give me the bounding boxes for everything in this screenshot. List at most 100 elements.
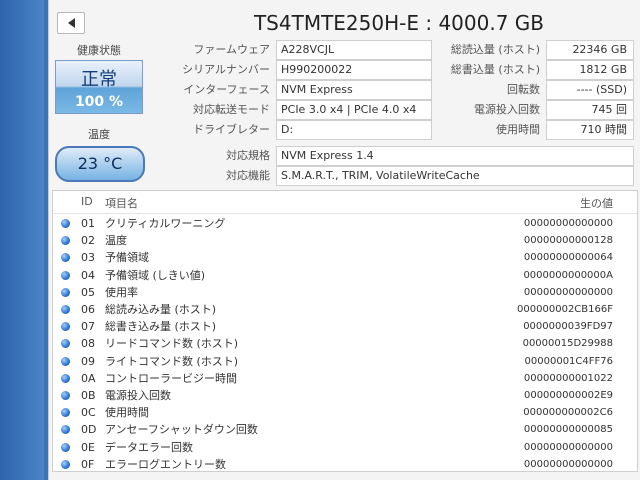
info-value: ---- (SSD): [546, 80, 634, 100]
smart-row-raw: 00000000000000: [523, 286, 613, 298]
smart-row-id: 05: [81, 285, 95, 299]
smart-row-raw: 000000002CB166F: [517, 304, 613, 315]
smart-row-name: 予備領域: [105, 251, 149, 265]
smart-row[interactable]: 0E データエラー回数 00000000000000: [53, 439, 637, 456]
info-value: 745 回: [546, 100, 634, 120]
smart-header-id: ID: [81, 195, 93, 208]
smart-row-name: 予備領域 (しきい値): [105, 268, 206, 282]
smart-row[interactable]: 0F エラーログエントリー数 00000000000000: [53, 456, 637, 473]
status-dot-icon: [61, 287, 70, 297]
smart-row-name: 電源投入回数: [105, 389, 171, 402]
smart-row-id: 09: [81, 354, 95, 368]
smart-row-raw: 00000001C4FF76: [524, 355, 613, 367]
status-dot-icon: [61, 459, 70, 469]
smart-row[interactable]: 07 総書き込み量 (ホスト) 0000000039FD97: [53, 318, 637, 335]
status-dot-icon: [61, 442, 70, 452]
smart-row-name: 使用時間: [105, 406, 149, 420]
status-dot-icon: [61, 356, 70, 366]
health-label: 健康状態: [77, 44, 121, 57]
smart-row[interactable]: 0D アンセーフシャットダウン回数 00000000000085: [53, 421, 637, 438]
previous-disk-button[interactable]: [57, 12, 85, 34]
smart-row-id: 08: [81, 337, 95, 351]
smart-row-raw: 00000000000000: [523, 441, 613, 453]
smart-row-name: 使用率: [105, 285, 138, 299]
status-dot-icon: [61, 236, 70, 246]
smart-row[interactable]: 08 リードコマンド数 (ホスト) 00000015D29988: [53, 335, 637, 352]
info-value: H990200022: [276, 60, 432, 80]
status-dot-icon: [61, 253, 70, 263]
standard-value: NVM Express 1.4: [276, 146, 634, 166]
info-label: 総読込量 (ホスト): [450, 43, 540, 56]
smart-row-raw: 00000000000085: [523, 424, 613, 436]
status-dot-icon: [61, 219, 70, 228]
smart-row-raw: 00000000000064: [523, 252, 613, 264]
smart-row[interactable]: 02 温度 00000000000128: [53, 232, 637, 249]
info-label: ドライブレター: [193, 123, 270, 136]
status-dot-icon: [61, 425, 70, 435]
smart-row[interactable]: 0C 使用時間 000000000002C6: [53, 404, 637, 421]
status-dot-icon: [61, 391, 70, 400]
info-value: NVM Express: [276, 80, 432, 100]
info-label: 回転数: [507, 83, 540, 96]
smart-row[interactable]: 0A コントローラービジー時間 00000000001022: [53, 370, 637, 387]
smart-table: ID 項目名 生の値 01 クリティカルワーニング 00000000000000 02…: [52, 190, 638, 472]
smart-row[interactable]: 04 予備領域 (しきい値) 0000000000000A: [53, 267, 637, 284]
info-label: 電源投入回数: [474, 103, 540, 116]
status-dot-icon: [61, 305, 70, 314]
smart-row-id: 03: [81, 251, 95, 265]
smart-row-id: 0F: [81, 457, 95, 471]
smart-row-raw: 00000000000128: [523, 235, 613, 247]
smart-row-id: 06: [81, 303, 95, 316]
smart-row-name: リードコマンド数 (ホスト): [105, 337, 239, 351]
smart-row-id: 0B: [81, 389, 96, 402]
smart-table-header: ID 項目名 生の値: [53, 191, 637, 214]
info-label: ファームウェア: [193, 43, 270, 56]
status-dot-icon: [61, 270, 70, 280]
smart-row[interactable]: 09 ライトコマンド数 (ホスト) 00000001C4FF76: [53, 353, 637, 370]
temperature-value: 23 °C: [77, 154, 123, 173]
info-value: 1812 GB: [546, 60, 634, 80]
smart-row[interactable]: 01 クリティカルワーニング 00000000000000: [53, 215, 637, 232]
desktop-background: [0, 0, 44, 480]
status-dot-icon: [61, 322, 70, 332]
smart-row-raw: 00000015D29988: [522, 338, 613, 350]
info-value: PCIe 3.0 x4 | PCIe 4.0 x4: [276, 100, 432, 120]
features-value: S.M.A.R.T., TRIM, VolatileWriteCache: [276, 166, 634, 186]
status-dot-icon: [61, 408, 70, 418]
info-label: 使用時間: [496, 123, 540, 136]
info-label: 総書込量 (ホスト): [450, 63, 540, 76]
smart-row-id: 0E: [81, 440, 95, 454]
smart-row-raw: 00000000001022: [523, 372, 613, 384]
smart-row-name: 総読み込み量 (ホスト): [105, 303, 217, 316]
info-value: D:: [276, 120, 432, 140]
smart-row-raw: 000000000002C6: [523, 407, 613, 419]
smart-row-id: 0C: [81, 406, 96, 420]
temperature-box[interactable]: 23 °C: [55, 146, 145, 182]
smart-row-name: 温度: [105, 234, 127, 248]
smart-row-id: 0A: [81, 371, 96, 385]
info-label: インターフェース: [183, 83, 270, 96]
smart-header-raw: 生の値: [580, 197, 613, 210]
smart-row-raw: 00000000000000: [523, 218, 613, 229]
smart-row[interactable]: 03 予備領域 00000000000064: [53, 249, 637, 266]
smart-row-id: 0D: [81, 423, 97, 437]
smart-row[interactable]: 06 総読み込み量 (ホスト) 000000002CB166F: [53, 301, 637, 318]
smart-row-id: 07: [81, 320, 95, 334]
smart-row-raw: 000000000002E9: [523, 390, 613, 401]
smart-row[interactable]: 0B 電源投入回数 000000000002E9: [53, 387, 637, 404]
smart-row-raw: 0000000039FD97: [523, 321, 613, 333]
health-status-box[interactable]: 正常 100 %: [55, 60, 143, 114]
standard-label: 対応規格: [226, 149, 270, 162]
temperature-label: 温度: [88, 128, 110, 141]
smart-row[interactable]: 05 使用率 00000000000000: [53, 284, 637, 301]
smart-row-raw: 0000000000000A: [523, 269, 613, 281]
smart-row-name: コントローラービジー時間: [105, 371, 237, 385]
features-label: 対応機能: [226, 169, 270, 182]
smart-row-id: 04: [81, 268, 95, 282]
health-status: 正常: [81, 69, 117, 90]
smart-row-name: ライトコマンド数 (ホスト): [105, 354, 239, 368]
info-value: A228VCJL: [276, 40, 432, 60]
status-dot-icon: [61, 373, 70, 383]
arrow-left-icon: [67, 18, 75, 28]
smart-row-id: 02: [81, 234, 95, 248]
